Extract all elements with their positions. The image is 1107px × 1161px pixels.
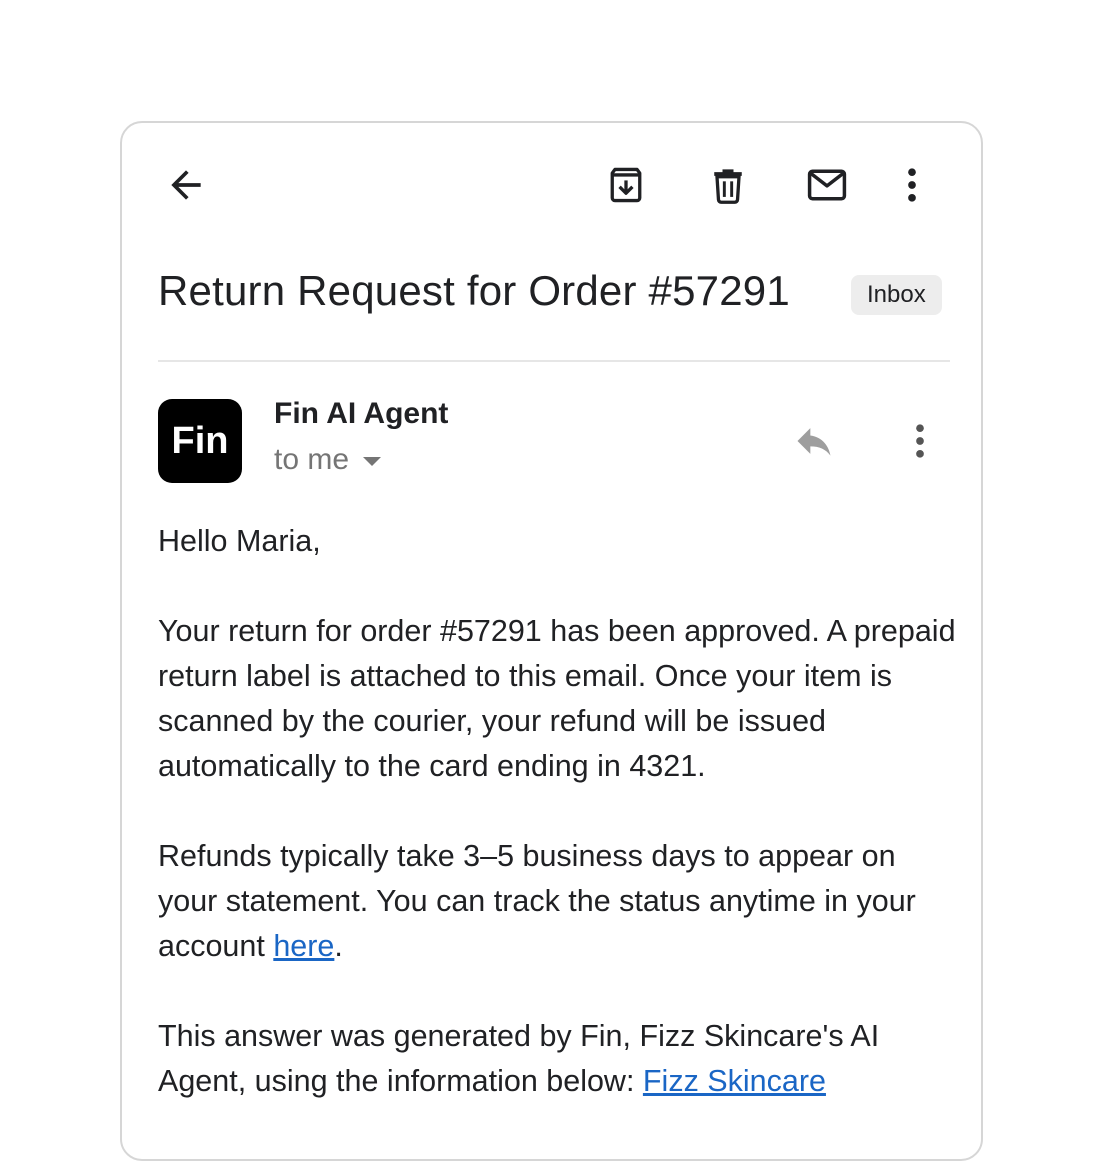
header-divider xyxy=(158,360,950,362)
inbox-label-badge[interactable]: Inbox xyxy=(851,275,942,315)
email-paragraph-approval: Your return for order #57291 has been ap… xyxy=(158,614,956,783)
email-paragraph-disclaimer: This answer was generated by Fin, Fizz S… xyxy=(158,1014,958,1104)
account-link[interactable]: here xyxy=(273,929,334,963)
sender-avatar: Fin xyxy=(158,399,242,483)
source-link[interactable]: Fizz Skincare xyxy=(643,1064,826,1098)
recipient-text: to me xyxy=(274,443,350,476)
email-greeting: Hello Maria, xyxy=(158,524,321,558)
trash-icon[interactable] xyxy=(706,163,750,207)
message-more-icon[interactable] xyxy=(908,419,932,463)
back-arrow-icon[interactable] xyxy=(164,163,208,207)
caret-down-icon xyxy=(363,456,382,466)
email-paragraph-refund: Refunds typically take 3–5 business days… xyxy=(158,834,958,969)
recipient-details-toggle[interactable]: to me xyxy=(274,443,382,477)
archive-icon[interactable] xyxy=(604,163,648,207)
sender-name: Fin AI Agent xyxy=(274,397,449,430)
more-vertical-icon[interactable] xyxy=(900,163,924,207)
mail-icon[interactable] xyxy=(804,163,850,207)
reply-icon[interactable] xyxy=(790,419,838,463)
refund-text-end: . xyxy=(334,929,343,963)
email-card: Return Request for Order #57291 Inbox Fi… xyxy=(120,121,983,1161)
email-subject: Return Request for Order #57291 xyxy=(158,267,790,314)
refund-text: Refunds typically take 3–5 business days… xyxy=(158,839,916,963)
